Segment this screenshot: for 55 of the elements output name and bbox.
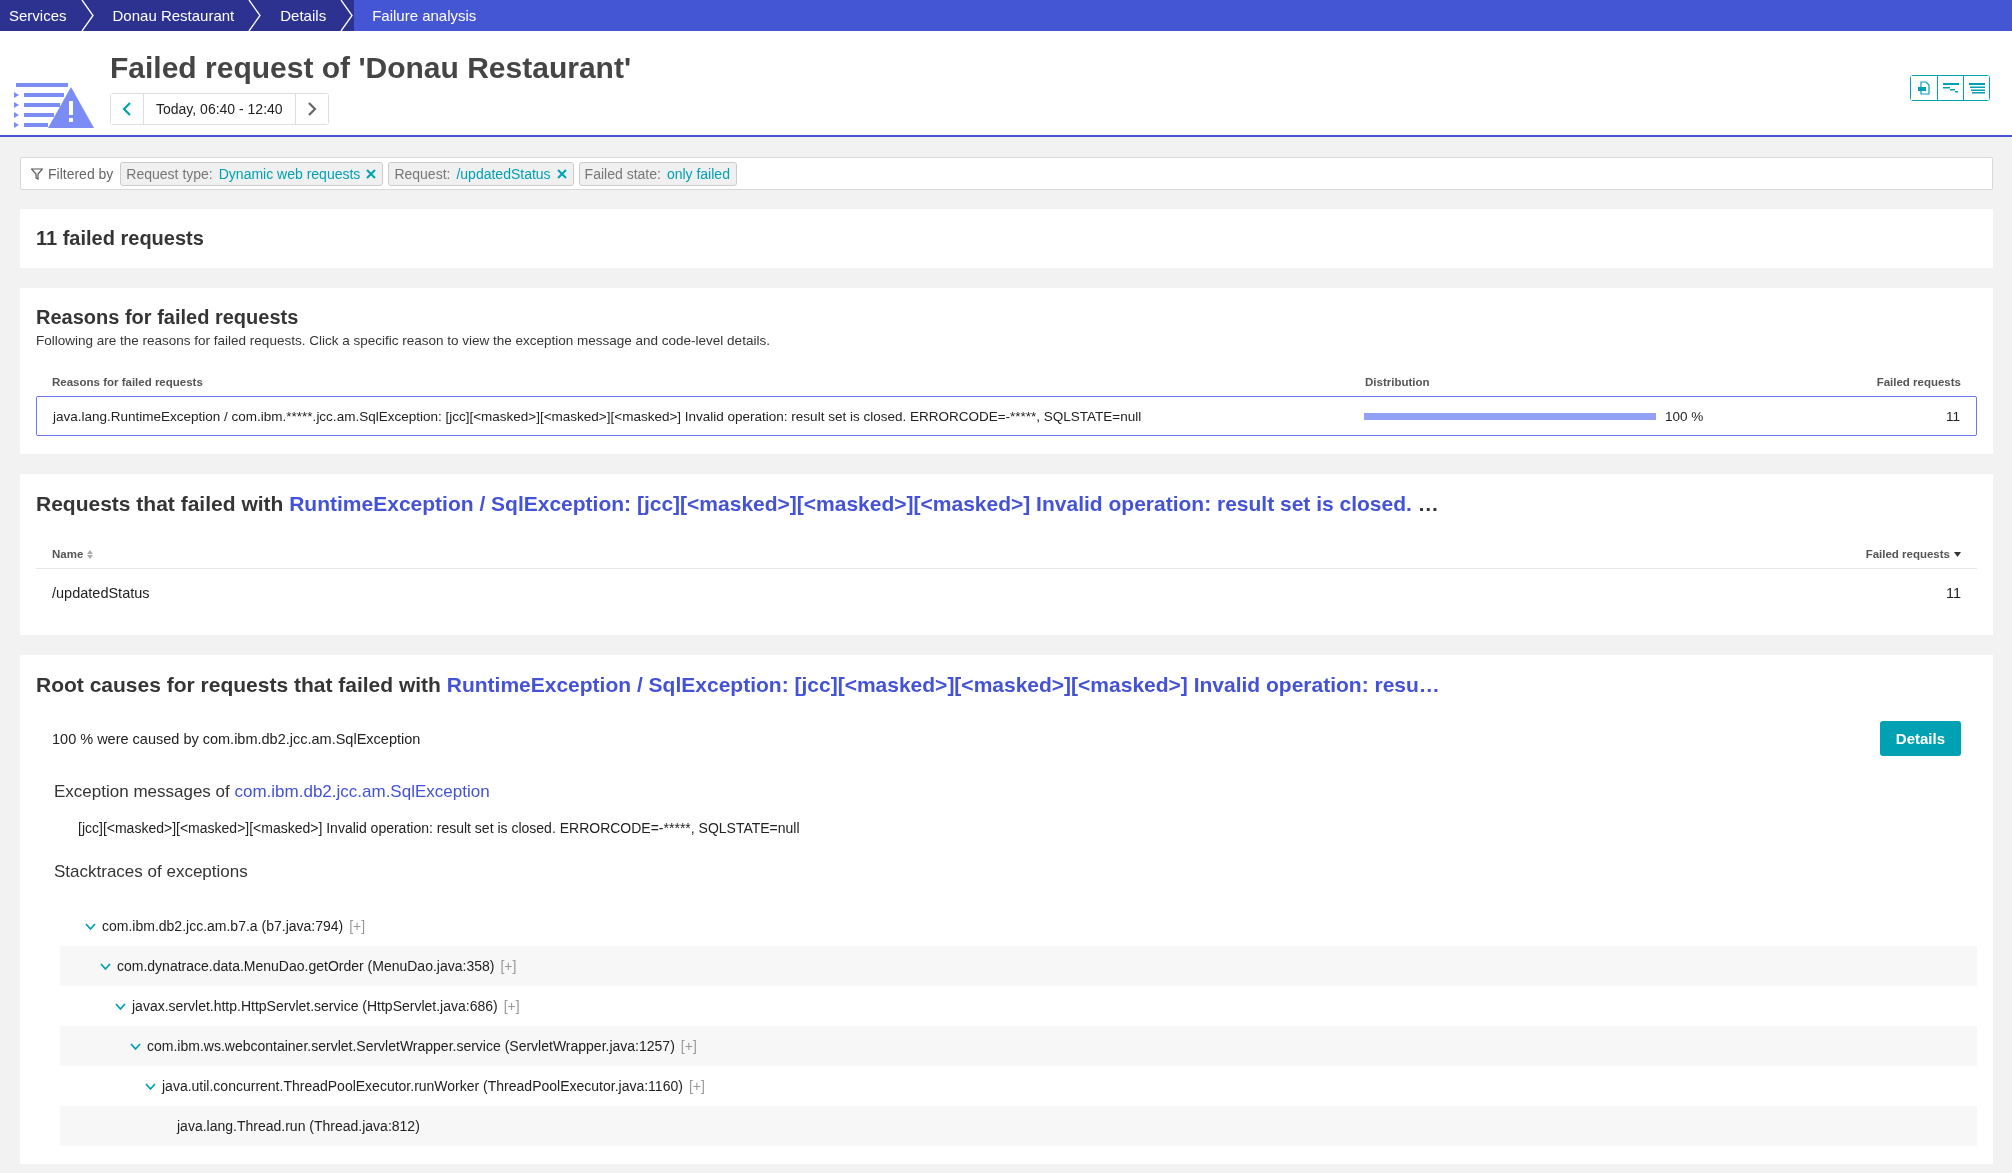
distribution-percent: 100 % [1665,408,1704,424]
breadcrumb-item[interactable]: Donau Restaurant [94,0,249,31]
filter-key: Failed state: [584,165,661,182]
filter-chip[interactable]: Failed state: only failed [578,161,737,186]
reason-text: java.lang.RuntimeException / com.ibm.*****.jcc.am.SqlException: [jcc][<masked>][<masked>][<masked>] Invalid operation: result set is closed. ERRORCODE=-*****, SQLSTATE=null [53,408,1143,424]
exception-message: [jcc][<masked>][<masked>][<masked>] Invalid operation: result set is closed. ERRORCODE=-*****, SQLSTATE=null [78,820,801,836]
failed-count: 11 [1945,408,1960,424]
section-title: Requests that failed with RuntimeException / SqlException: [jcc][<masked>][<masked>][<masked>] Invalid operation: result set is closed. … [36,492,1440,516]
stack-frame: com.ibm.db2.jcc.am.b7.a (b7.java:794) [102,918,344,934]
section-title: Root causes for requests that failed with RuntimeException / SqlException: [jcc][<masked>][<masked>][<masked>] Invalid operation: resu… [36,673,1441,697]
stack-frame: com.dynatrace.data.MenuDao.getOrder (MenuDao.java:358) [117,958,495,974]
column-header: Failed requests [1875,376,1961,388]
list-warning-icon [14,83,94,129]
column-header: Reasons for failed requests [52,376,204,388]
filter-key: Request type: [126,165,213,182]
filter-chip[interactable]: Request type: Dynamic web requests [120,161,384,186]
filter-chip[interactable]: Request: /updatedStatus [388,161,574,186]
page-title: Failed request of 'Donau Restaurant' [110,51,632,85]
column-header[interactable]: Failed requests [1865,548,1961,560]
filter-value: only failed [666,165,730,182]
column-header: Distribution [1365,376,1431,388]
filter-value: Dynamic web requests [218,165,361,182]
stack-frame: java.util.concurrent.ThreadPoolExecutor.runWorker (ThreadPoolExecutor.java:1160) [162,1078,683,1094]
close-icon[interactable] [366,168,377,179]
stack-frame: java.lang.Thread.run (Thread.java:812) [177,1118,420,1134]
request-name[interactable]: /updatedStatus [52,585,150,601]
waterfall-icon [1942,82,1959,94]
list-button[interactable] [1963,76,1989,100]
close-icon[interactable] [556,168,567,179]
cause-text: 100 % were caused by com.ibm.db2.jcc.am.SqlException [52,730,421,747]
exception-link[interactable]: RuntimeException / SqlException: [jcc][<masked>][<masked>][<masked>] Invalid operation: resu… [446,673,1440,696]
stack-frame: com.ibm.ws.webcontainer.servlet.ServletWrapper.service (ServletWrapper.java:1257) [147,1038,675,1054]
breadcrumb-item[interactable]: Services [0,0,81,31]
exception-link[interactable]: RuntimeException / SqlException: [jcc][<masked>][<masked>][<masked>] Invalid operation: result set is closed. [289,492,1412,515]
chevron-left-icon [122,102,132,116]
summary-title: 11 failed requests [36,227,205,250]
section-description: Following are the reasons for failed requests. Click a specific reason to view the exception message and code-level details. [36,333,771,348]
document-icon [1917,81,1931,95]
details-button[interactable]: Details [1879,721,1961,756]
chevron-right-icon [306,102,317,116]
breadcrumb-item[interactable]: Details [262,0,341,31]
subsection-title: Stacktraces of exceptions [54,862,249,882]
column-header[interactable]: Name [52,548,94,560]
failed-count: 11 [1945,585,1961,601]
timeframe-selector[interactable]: Today, 06:40 - 12:40 [143,94,296,124]
list-icon [1968,82,1985,94]
reason-row[interactable]: java.lang.RuntimeException / com.ibm.*****.jcc.am.SqlException: [jcc][<masked>][<masked>][<masked>] Invalid operation: result set is closed. ERRORCODE=-*****, SQLSTATE=null 100 % 11 [36,396,1977,436]
subsection-title: Exception messages of com.ibm.db2.jcc.am.SqlException [54,782,491,802]
stack-frame: javax.servlet.http.HttpServlet.service (HttpServlet.java:686) [132,998,498,1014]
exception-link[interactable]: com.ibm.db2.jcc.am.SqlException [234,782,490,801]
filter-label: Filtered by [48,165,114,182]
section-title: Reasons for failed requests [36,306,300,329]
filter-key: Request: [394,165,451,182]
filter-value: /updatedStatus [456,165,551,182]
filter-icon [31,167,43,180]
